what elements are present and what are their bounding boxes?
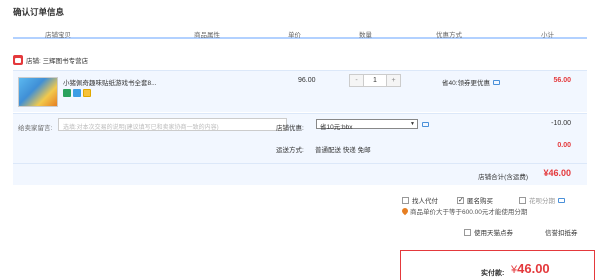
page-title: 确认订单信息 <box>13 7 65 17</box>
shipping-method: 普通配送 快递 免邮 <box>315 147 371 154</box>
col-shop-items: 店铺宝贝 <box>45 32 71 39</box>
store-total-value: ¥46.00 <box>543 168 571 178</box>
installment-help-icon[interactable] <box>558 197 565 203</box>
shop-promo-discount: -10.00 <box>551 120 571 127</box>
installment-checkbox[interactable] <box>519 196 526 204</box>
payment-label: 实付款: <box>481 270 505 277</box>
service-badges <box>63 89 91 97</box>
service-credit-card-icon[interactable] <box>83 89 91 97</box>
shop-name[interactable]: 店铺: 三辉图书专营店 <box>26 55 88 65</box>
store-total-row: 店铺合计(含运费) ¥46.00 <box>13 163 587 185</box>
pay-for-others-option[interactable]: 找人代付 <box>402 195 438 205</box>
service-7day-icon[interactable] <box>63 89 71 97</box>
installment-option[interactable]: 花呗分期 <box>519 195 565 205</box>
tmall-points-checkbox[interactable] <box>464 228 471 236</box>
shop-promo-label: 店铺优惠: <box>276 125 304 132</box>
shipping-price: 0.00 <box>557 142 571 149</box>
anonymous-option[interactable]: 匿名购买 <box>457 195 493 205</box>
item-promo-text: 省40:领券更优惠 <box>442 80 491 87</box>
seller-message-input[interactable]: 选填:对本次交易的说明(建议填写已和卖家协商一致的内容) <box>58 118 287 131</box>
anonymous-label: 匿名购买 <box>467 198 493 205</box>
quantity-stepper[interactable]: - 1 + <box>349 74 401 87</box>
pay-for-others-label: 找人代付 <box>412 198 438 205</box>
payment-amount-value: 46.00 <box>517 261 550 276</box>
col-quantity: 数量 <box>359 32 372 39</box>
pay-for-others-checkbox[interactable] <box>402 196 409 204</box>
service-guarantee-icon[interactable] <box>73 89 81 97</box>
col-subtotal: 小计 <box>541 32 554 39</box>
shop-icon <box>13 55 23 65</box>
order-extras: 给卖家留言: 选填:对本次交易的说明(建议填写已和卖家协商一致的内容) 店铺优惠… <box>13 113 587 163</box>
tmall-points-option[interactable]: 使用天猫点券 <box>464 227 513 237</box>
unit-price: 96.00 <box>298 77 316 84</box>
product-thumbnail[interactable] <box>18 77 58 107</box>
promo-chat-icon[interactable] <box>422 122 429 127</box>
quantity-minus-button[interactable]: - <box>350 75 363 86</box>
shipping-label: 运送方式: <box>276 147 304 154</box>
product-row: 小猪佩奇趣味贴纸游戏书全套8... 96.00 - 1 + 省40:领券更优惠 … <box>13 70 587 112</box>
product-name[interactable]: 小猪佩奇趣味贴纸游戏书全套8... <box>63 77 157 87</box>
installment-notice: 商品单价大于等于600.00元才能使用分期 <box>400 206 528 216</box>
installment-label: 花呗分期 <box>529 198 555 205</box>
tmall-points-label: 使用天猫点券 <box>474 230 513 237</box>
shop-promo-select[interactable]: 省10元:bbx <box>316 119 418 131</box>
col-price: 单价 <box>288 32 301 39</box>
store-total-label: 店铺合计(含运费) <box>478 174 528 181</box>
quantity-input[interactable]: 1 <box>363 75 387 86</box>
credit-coupon-link[interactable]: 信誉扣抵券 <box>545 227 578 237</box>
payment-amount: ¥46.00 <box>511 261 550 276</box>
col-promo: 优惠方式 <box>436 32 462 39</box>
item-promo: 省40:领券更优惠 <box>442 77 501 87</box>
payment-summary: 实付款: ¥46.00 <box>400 250 595 280</box>
chat-icon[interactable] <box>493 79 501 85</box>
col-attributes: 商品属性 <box>194 32 220 39</box>
quantity-plus-button[interactable]: + <box>387 75 400 86</box>
shop-header: 店铺: 三辉图书专营店 <box>13 54 88 66</box>
table-header: 店铺宝贝 商品属性 单价 数量 优惠方式 小计 <box>13 27 587 39</box>
anonymous-checkbox[interactable] <box>457 196 464 204</box>
item-subtotal: 56.00 <box>553 77 571 84</box>
installment-notice-text: 商品单价大于等于600.00元才能使用分期 <box>410 209 528 216</box>
pin-icon <box>400 206 410 216</box>
message-label: 给卖家留言: <box>18 125 53 132</box>
